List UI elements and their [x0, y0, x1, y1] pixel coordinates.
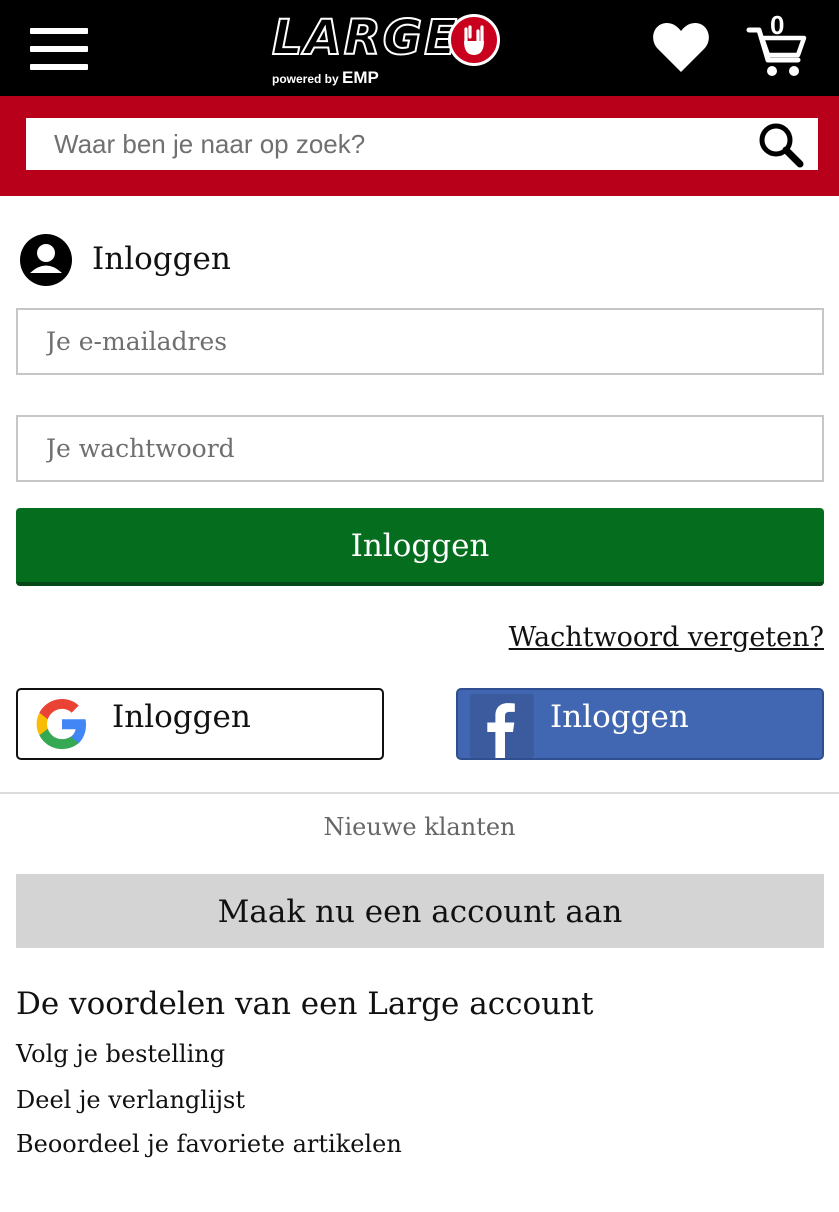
search-input[interactable] [26, 118, 726, 170]
search-bar [0, 96, 839, 196]
login-title: Inloggen [92, 241, 231, 277]
logo-tagline: powered by EMP [272, 68, 379, 87]
google-login-label: Inloggen [112, 699, 251, 735]
logo-wordmark: LARGE [271, 9, 459, 67]
logo-tagline-brand: EMP [342, 68, 379, 87]
create-account-button[interactable]: Maak nu een account aan [16, 874, 824, 948]
heart-icon[interactable] [652, 20, 710, 74]
menu-icon[interactable] [30, 28, 88, 70]
user-account-icon [20, 234, 72, 286]
facebook-icon [470, 694, 534, 758]
logo-tagline-prefix: powered by [272, 72, 343, 86]
google-icon [36, 699, 86, 749]
search-icon [759, 123, 804, 168]
forgot-password-link[interactable]: Wachtwoord vergeten? [509, 620, 824, 656]
search-button[interactable] [738, 118, 818, 170]
search-box [26, 118, 818, 170]
top-navigation-bar: LARGE powered by EMP 0 [0, 0, 839, 96]
large-logo[interactable]: LARGE powered by EMP [268, 9, 504, 90]
benefit-item: Volg je bestelling [16, 1040, 226, 1068]
benefit-item: Beoordeel je favoriete artikelen [16, 1130, 402, 1158]
new-customers-label: Nieuwe klanten [323, 813, 516, 841]
facebook-login-label: Inloggen [550, 699, 689, 735]
password-field[interactable] [16, 415, 824, 482]
email-field[interactable] [16, 308, 824, 375]
rock-hand-icon [448, 14, 500, 66]
facebook-login-button[interactable]: Inloggen [456, 688, 824, 760]
section-divider [0, 792, 839, 794]
login-button[interactable]: Inloggen [16, 508, 824, 586]
cart-count-badge: 0 [770, 10, 785, 40]
benefits-title: De voordelen van een Large account [16, 986, 594, 1022]
google-login-button[interactable]: Inloggen [16, 688, 384, 760]
benefit-item: Deel je verlanglijst [16, 1086, 246, 1114]
